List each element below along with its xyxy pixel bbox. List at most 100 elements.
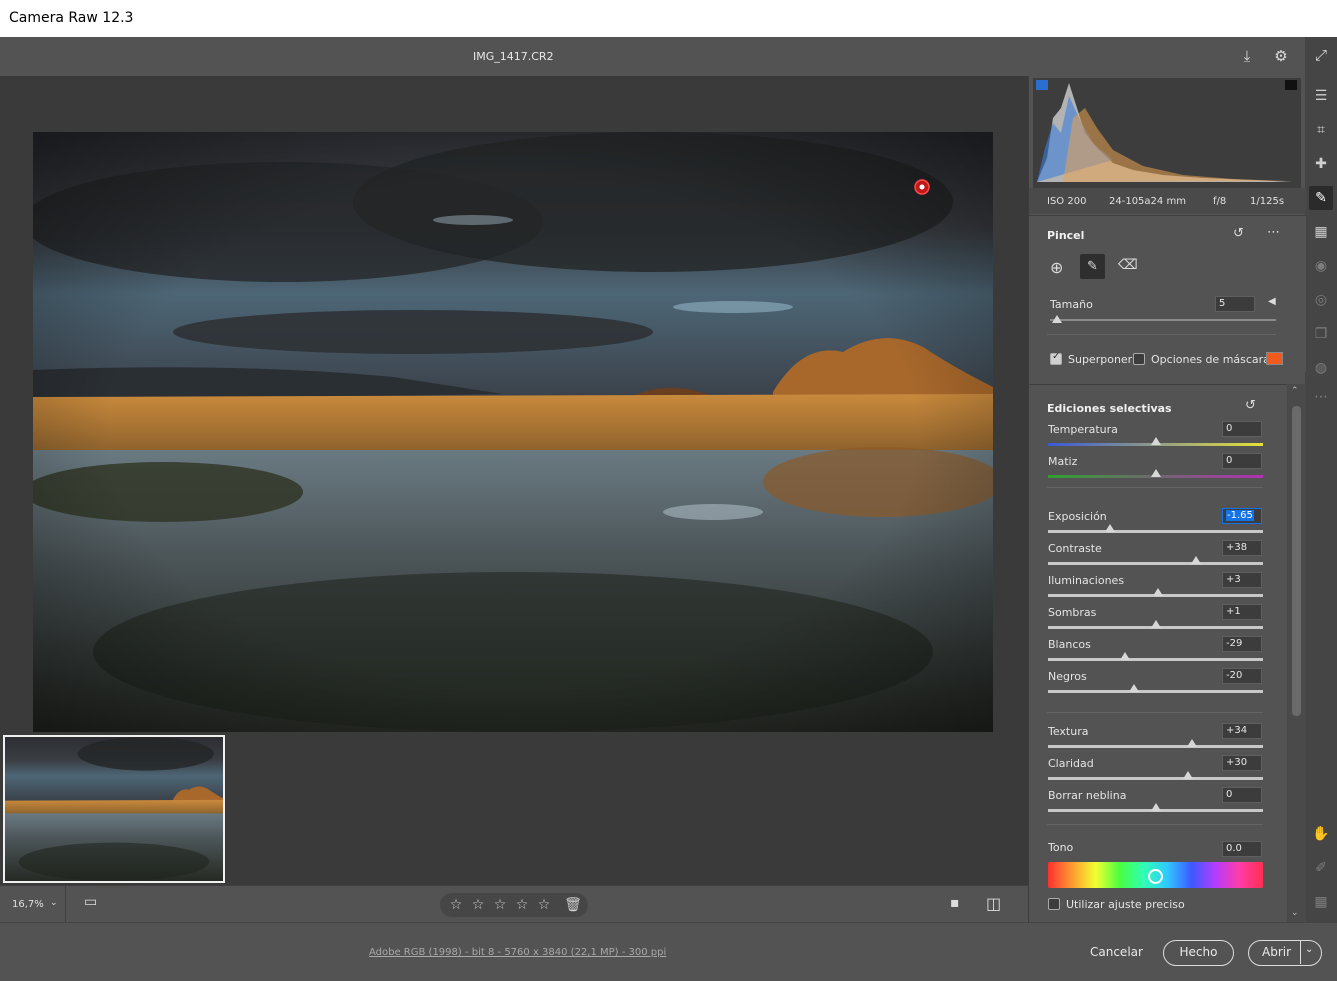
mask-color-swatch[interactable] — [1266, 352, 1283, 365]
brush-size-input[interactable]: 5 — [1215, 296, 1255, 312]
shadow-clipping-icon[interactable] — [1036, 80, 1048, 90]
snapshots-icon[interactable]: ❐ — [1309, 322, 1333, 346]
add-brush-icon[interactable]: ⊕ — [1050, 258, 1063, 277]
star-icon[interactable]: ☆ — [447, 896, 465, 914]
exposicion-track[interactable] — [1048, 530, 1263, 533]
highlight-clipping-icon[interactable] — [1285, 80, 1297, 90]
temperatura-input[interactable]: 0 — [1222, 421, 1262, 437]
negros-track[interactable] — [1048, 690, 1263, 693]
brush-tool-icon[interactable]: ✎ — [1309, 186, 1333, 210]
textura-thumb[interactable] — [1187, 739, 1198, 747]
crop-icon[interactable]: ⌗ — [1309, 118, 1333, 142]
bottom-toolbar: 16,7% ⌄ ▭ ☆ ☆ ☆ ☆ ☆ 🗑 ▪ ◫ — [0, 885, 1028, 923]
brush-size-track[interactable] — [1050, 319, 1276, 321]
chevron-up-icon[interactable]: ⌃ — [1291, 386, 1299, 396]
photo-preview[interactable] — [33, 132, 993, 732]
borrar-neblina-label: Borrar neblina — [1048, 789, 1127, 802]
camera-info: ISO 200 24-105a24 mm f/8 1/125s — [1029, 188, 1306, 214]
tone-label: Tono — [1048, 841, 1074, 854]
filmstrip-thumbnail[interactable] — [3, 735, 225, 883]
collapse-triangle-icon[interactable]: ◀ — [1268, 296, 1276, 307]
zoom-value: 16,7% — [12, 899, 44, 910]
file-info-link[interactable]: Adobe RGB (1998) - bit 8 - 5760 x 3840 (… — [369, 947, 666, 958]
compare-view-icon[interactable]: ◫ — [986, 894, 1001, 913]
exposicion-thumb[interactable] — [1105, 524, 1116, 532]
more-icon[interactable]: ⋯ — [1309, 385, 1333, 409]
matiz-thumb[interactable] — [1150, 469, 1161, 477]
eraser-icon[interactable]: ⌫ — [1118, 257, 1138, 273]
contraste-label: Contraste — [1048, 542, 1102, 555]
histogram — [1033, 78, 1301, 188]
star-icon[interactable]: ☆ — [469, 896, 487, 914]
image-canvas[interactable] — [0, 76, 1028, 885]
selective-edits-title: Ediciones selectivas — [1047, 402, 1172, 415]
reset-icon[interactable]: ↺ — [1245, 398, 1256, 413]
exposicion-input[interactable]: -1.65 — [1222, 508, 1262, 524]
negros-thumb[interactable] — [1129, 684, 1139, 692]
star-icon[interactable]: ☆ — [513, 896, 531, 914]
textura-input[interactable]: +34 — [1222, 723, 1262, 739]
mask-options-checkbox[interactable] — [1133, 353, 1145, 365]
scrollbar-thumb[interactable] — [1292, 406, 1301, 716]
fine-adjust-checkbox[interactable] — [1048, 898, 1060, 910]
zoom-selector[interactable]: 16,7% ⌄ — [0, 886, 66, 923]
textura-track[interactable] — [1048, 745, 1263, 748]
iluminaciones-input[interactable]: +3 — [1222, 572, 1262, 588]
blancos-track[interactable] — [1048, 658, 1263, 661]
contraste-track[interactable] — [1048, 562, 1263, 565]
claridad-thumb[interactable] — [1182, 771, 1193, 779]
claridad-track[interactable] — [1048, 777, 1263, 780]
sombras-input[interactable]: +1 — [1222, 604, 1262, 620]
redeye-icon[interactable]: ◎ — [1309, 288, 1333, 312]
gradient-icon[interactable]: ▦ — [1309, 220, 1333, 244]
reset-icon[interactable]: ↺ — [1233, 226, 1244, 241]
blancos-label: Blancos — [1048, 638, 1091, 651]
contraste-thumb[interactable] — [1191, 556, 1202, 564]
cancel-button[interactable]: Cancelar — [1084, 943, 1149, 961]
tone-input[interactable]: 0.0 — [1222, 841, 1262, 857]
iluminaciones-thumb[interactable] — [1152, 588, 1163, 596]
shutter-value: 1/125s — [1250, 196, 1285, 207]
overlay-label: Superponer — [1068, 353, 1133, 366]
panel-scrollbar[interactable]: ⌃ ⌄ — [1287, 384, 1306, 922]
contraste-input[interactable]: +38 — [1222, 540, 1262, 556]
tool-strip: ⤢ ☰ ⌗ ✚ ✎ ▦ ◉ ◎ ❐ ◍ ⋯ ✋ ✐ ▦ — [1305, 37, 1337, 922]
more-options-icon[interactable]: ⋯ — [1267, 225, 1280, 240]
star-icon[interactable]: ☆ — [491, 896, 509, 914]
save-icon[interactable]: ⤓ — [1237, 46, 1257, 66]
chevron-down-icon[interactable]: ⌄ — [1305, 944, 1313, 955]
gear-icon[interactable]: ⚙ — [1271, 46, 1291, 66]
sombras-thumb[interactable] — [1150, 620, 1161, 628]
edit-sliders-icon[interactable]: ☰ — [1309, 84, 1333, 108]
hand-icon[interactable]: ✋ — [1309, 822, 1333, 846]
open-button[interactable]: Abrir ⌄ — [1248, 940, 1322, 966]
claridad-input[interactable]: +30 — [1222, 755, 1262, 771]
brush-size-thumb[interactable] — [1051, 315, 1062, 323]
open-button-label: Abrir — [1262, 945, 1292, 959]
presets-icon[interactable]: ◍ — [1309, 356, 1333, 380]
before-after-icon[interactable]: ▪ — [950, 895, 960, 911]
matiz-input[interactable]: 0 — [1222, 453, 1262, 469]
window-title: Camera Raw 12.3 — [9, 10, 134, 26]
healing-icon[interactable]: ✚ — [1309, 152, 1333, 176]
done-button[interactable]: Hecho — [1163, 940, 1234, 966]
trash-icon[interactable]: 🗑 — [564, 896, 582, 914]
radial-filter-icon[interactable]: ◉ — [1309, 254, 1333, 278]
chevron-down-icon: ⌄ — [50, 898, 58, 908]
iso-value: ISO 200 — [1047, 196, 1087, 207]
brush-icon[interactable]: ✎ — [1080, 254, 1105, 279]
temperatura-thumb[interactable] — [1150, 437, 1161, 445]
negros-input[interactable]: -20 — [1222, 668, 1262, 684]
borrar-neblina-input[interactable]: 0 — [1222, 787, 1262, 803]
star-icon[interactable]: ☆ — [535, 896, 553, 914]
tone-hue-thumb[interactable] — [1147, 869, 1163, 884]
blancos-input[interactable]: -29 — [1222, 636, 1262, 652]
grid-icon[interactable]: ▦ — [1309, 890, 1333, 914]
eyedropper-icon[interactable]: ✐ — [1309, 856, 1333, 880]
blancos-thumb[interactable] — [1120, 652, 1131, 660]
borrar-neblina-thumb[interactable] — [1150, 803, 1161, 811]
filmstrip-icon[interactable]: ▭ — [84, 894, 97, 910]
chevron-down-icon[interactable]: ⌄ — [1291, 908, 1299, 918]
overlay-checkbox[interactable] — [1050, 351, 1062, 365]
fullscreen-icon[interactable]: ⤢ — [1311, 46, 1331, 66]
